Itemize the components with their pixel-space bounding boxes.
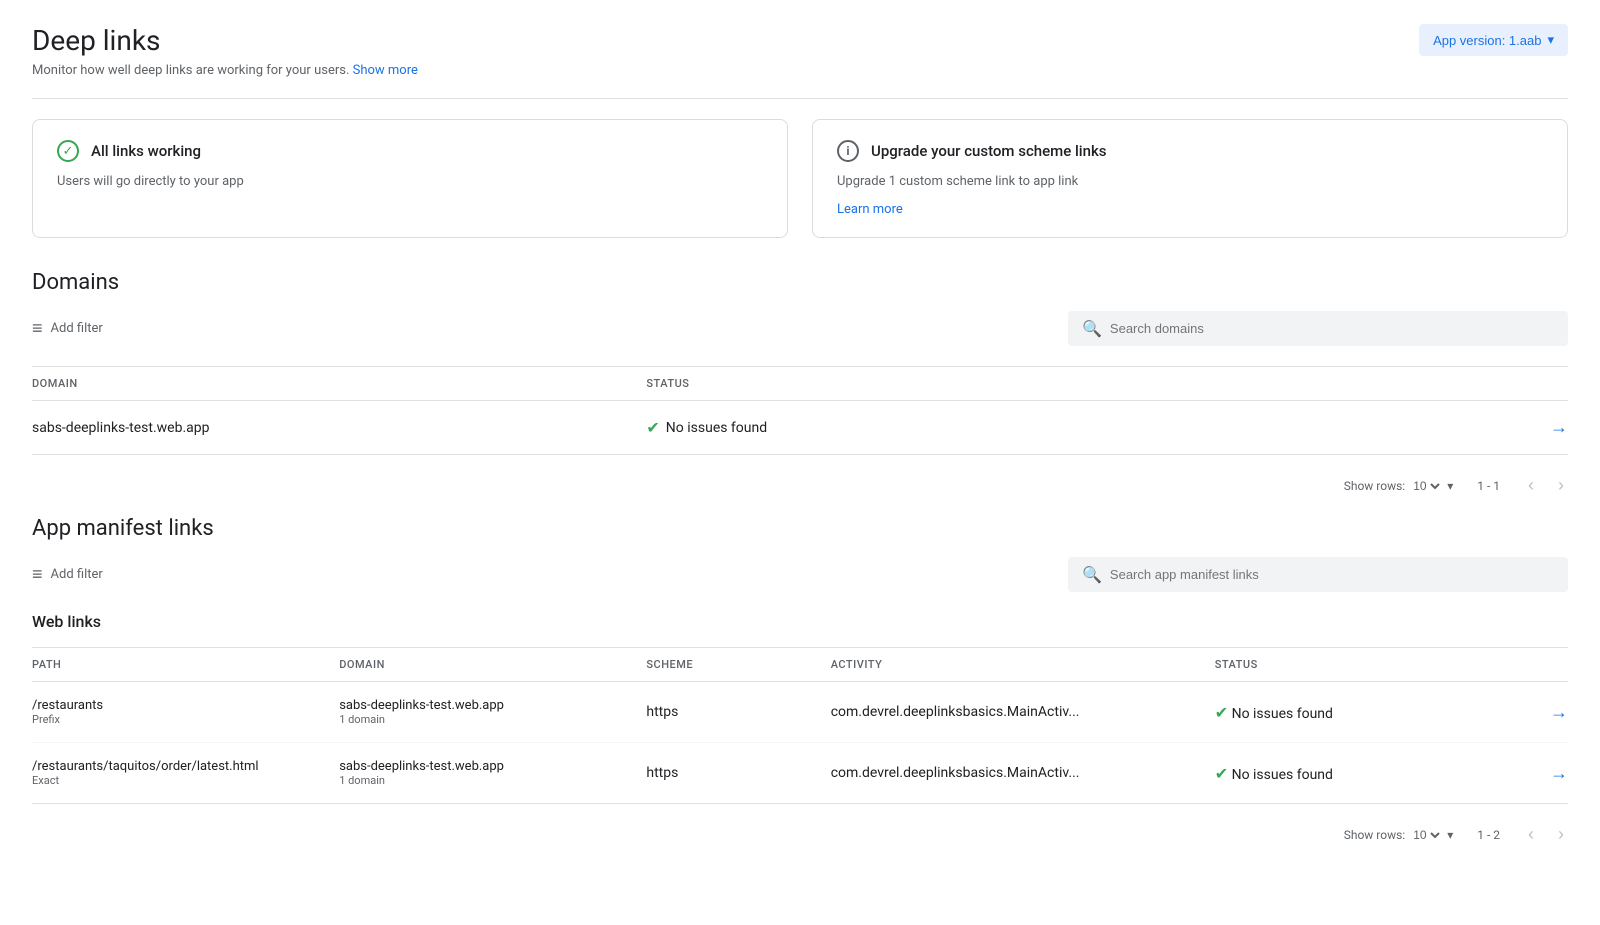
manifest-show-rows-label: Show rows: xyxy=(1344,828,1405,842)
card-header-1: ✓ All links working xyxy=(57,140,763,162)
domains-add-filter[interactable]: ≡ Add filter xyxy=(32,318,1052,339)
card-desc-2: Upgrade 1 custom scheme link to app link xyxy=(837,174,1543,189)
domains-search-icon: 🔍 xyxy=(1082,319,1102,338)
wl-row2-scheme: https xyxy=(646,765,830,781)
upgrade-scheme-card: i Upgrade your custom scheme links Upgra… xyxy=(812,119,1568,238)
learn-more-link[interactable]: Learn more xyxy=(837,202,903,217)
web-links-table: Path Domain Scheme Activity Status /rest… xyxy=(32,647,1568,804)
wl-row1-status-icon: ✔ xyxy=(1215,703,1228,722)
app-version-button[interactable]: App version: 1.aab ▾ xyxy=(1419,24,1568,56)
wl-row2-arrow[interactable]: → xyxy=(1550,763,1568,784)
web-link-row[interactable]: /restaurants/taquitos/order/latest.html … xyxy=(32,743,1568,803)
cards-row: ✓ All links working Users will go direct… xyxy=(32,119,1568,238)
card-title-1: All links working xyxy=(91,142,201,160)
manifest-page-info: 1 - 2 xyxy=(1477,828,1500,842)
domain-status-text: No issues found xyxy=(666,420,767,436)
wl-row1-domain: sabs-deeplinks-test.web.app 1 domain xyxy=(339,698,646,726)
manifest-search-box: 🔍 xyxy=(1068,557,1568,592)
info-icon: i xyxy=(837,140,859,162)
domains-prev-btn[interactable]: ‹ xyxy=(1524,471,1538,500)
domains-filter-label: Add filter xyxy=(51,321,103,336)
header-divider xyxy=(32,98,1568,99)
manifest-pagination: Show rows: 10 25 50 ▾ 1 - 2 ‹ › xyxy=(32,812,1568,865)
web-link-row[interactable]: /restaurants Prefix sabs-deeplinks-test.… xyxy=(32,682,1568,743)
domain-row[interactable]: sabs-deeplinks-test.web.app ✔ No issues … xyxy=(32,401,1568,454)
status-ok-icon: ✔ xyxy=(646,418,659,437)
wl-row2-status-icon: ✔ xyxy=(1215,764,1228,783)
manifest-search-input[interactable] xyxy=(1110,567,1554,582)
domains-col-status: Status xyxy=(646,377,1528,390)
domain-row-arrow[interactable]: → xyxy=(1550,417,1568,438)
domain-status: ✔ No issues found xyxy=(646,418,1528,437)
manifest-rows-select[interactable]: 10 25 50 xyxy=(1409,827,1443,843)
show-more-link[interactable]: Show more xyxy=(353,63,418,78)
wl-row2-activity: com.devrel.deeplinksbasics.MainActiv... xyxy=(831,765,1215,781)
wl-row1-arrow[interactable]: → xyxy=(1550,702,1568,723)
domains-section-title: Domains xyxy=(32,270,1568,295)
check-icon: ✓ xyxy=(57,140,79,162)
manifest-next-btn[interactable]: › xyxy=(1554,820,1568,849)
wl-col-scheme: Scheme xyxy=(646,658,830,671)
domains-rows-select[interactable]: 10 25 50 xyxy=(1409,478,1443,494)
wl-row2-domain: sabs-deeplinks-test.web.app 1 domain xyxy=(339,759,646,787)
chevron-down-icon-manifest: ▾ xyxy=(1447,828,1453,842)
wl-col-activity: Activity xyxy=(831,658,1215,671)
domains-next-btn[interactable]: › xyxy=(1554,471,1568,500)
manifest-search-icon: 🔍 xyxy=(1082,565,1102,584)
page-subtitle: Monitor how well deep links are working … xyxy=(32,63,1568,78)
wl-row1-activity: com.devrel.deeplinksbasics.MainActiv... xyxy=(831,704,1215,720)
web-links-title: Web links xyxy=(32,612,1568,631)
card-title-2: Upgrade your custom scheme links xyxy=(871,142,1107,160)
manifest-add-filter[interactable]: ≡ Add filter xyxy=(32,564,1052,585)
domains-col-domain: Domain xyxy=(32,377,646,390)
wl-row2-status: ✔ No issues found xyxy=(1215,764,1528,783)
all-links-card: ✓ All links working Users will go direct… xyxy=(32,119,788,238)
domains-table: Domain Status sabs-deeplinks-test.web.ap… xyxy=(32,366,1568,455)
domains-page-info: 1 - 1 xyxy=(1477,479,1500,493)
app-version-label: App version: 1.aab xyxy=(1433,33,1541,48)
wl-col-domain: Domain xyxy=(339,658,646,671)
wl-row2-status-text: No issues found xyxy=(1232,767,1333,783)
chevron-down-icon-rows: ▾ xyxy=(1447,479,1453,493)
domains-rows-per-page: Show rows: 10 25 50 ▾ xyxy=(1344,478,1454,494)
wl-col-status: Status xyxy=(1215,658,1528,671)
wl-row1-status: ✔ No issues found xyxy=(1215,703,1528,722)
card-desc-1: Users will go directly to your app xyxy=(57,174,763,189)
manifest-filter-row: ≡ Add filter 🔍 xyxy=(32,557,1568,592)
domains-filter-row: ≡ Add filter 🔍 xyxy=(32,311,1568,346)
domains-pagination: Show rows: 10 25 50 ▾ 1 - 1 ‹ › xyxy=(32,463,1568,516)
wl-row1-status-text: No issues found xyxy=(1232,706,1333,722)
wl-col-path: Path xyxy=(32,658,339,671)
wl-row1-path: /restaurants Prefix xyxy=(32,698,339,726)
manifest-filter-label: Add filter xyxy=(51,567,103,582)
wl-row1-scheme: https xyxy=(646,704,830,720)
manifest-prev-btn[interactable]: ‹ xyxy=(1524,820,1538,849)
page-title: Deep links xyxy=(32,24,1568,57)
card-header-2: i Upgrade your custom scheme links xyxy=(837,140,1543,162)
domain-name: sabs-deeplinks-test.web.app xyxy=(32,420,646,436)
show-rows-label: Show rows: xyxy=(1344,479,1405,493)
filter-icon: ≡ xyxy=(32,318,43,339)
web-links-table-header: Path Domain Scheme Activity Status xyxy=(32,648,1568,682)
manifest-filter-icon: ≡ xyxy=(32,564,43,585)
manifest-rows-per-page: Show rows: 10 25 50 ▾ xyxy=(1344,827,1454,843)
domains-search-box: 🔍 xyxy=(1068,311,1568,346)
wl-row2-path: /restaurants/taquitos/order/latest.html … xyxy=(32,759,339,787)
domains-search-input[interactable] xyxy=(1110,321,1554,336)
chevron-down-icon: ▾ xyxy=(1547,32,1554,48)
app-manifest-section-title: App manifest links xyxy=(32,516,1568,541)
domains-table-header: Domain Status xyxy=(32,367,1568,401)
